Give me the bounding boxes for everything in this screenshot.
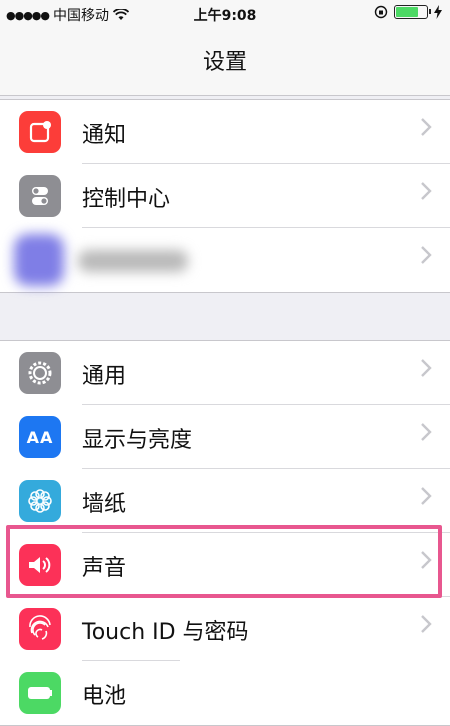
display-icon-text: AA [26,427,54,447]
wallpaper-icon [19,480,61,522]
settings-row-wallpaper[interactable]: 墙纸 [0,469,450,533]
settings-row-control-center[interactable]: 控制中心 [0,164,450,228]
settings-row-label: 电池 [82,684,127,709]
chevron-right-icon [421,182,432,200]
status-right [374,5,442,19]
settings-row-label: 显示与亮度 [82,428,193,453]
chevron-right-icon [421,423,432,441]
settings-row-label: 墙纸 [82,492,127,517]
battery-fill [396,7,419,17]
battery-icon [19,672,61,714]
settings-row-label: 控制中心 [82,187,171,212]
settings-row-blurred[interactable] [0,228,450,292]
display-icon: AA [19,416,61,458]
settings-row-label: 通用 [82,364,127,389]
highlight-box [6,525,442,598]
fingerprint-icon [19,608,61,650]
chevron-right-icon [421,359,432,377]
page-title: 设置 [202,50,247,75]
blurred-icon [14,234,64,286]
rotation-lock-icon [374,5,388,19]
gear-icon [19,352,61,394]
blurred-label [78,250,188,272]
bolt-icon [434,5,442,19]
chevron-right-icon [421,118,432,136]
control-center-icon [19,175,61,217]
navigation-bar: 设置 [0,28,450,96]
settings-row-general[interactable]: 通用 [0,341,450,405]
status-bar: ●●●●● 中国移动 上午9:08 [0,0,450,28]
settings-row-notifications[interactable]: 通知 [0,100,450,164]
battery-indicator [394,5,431,19]
chevron-right-icon [421,487,432,505]
chevron-right-icon [421,246,432,264]
notifications-icon [19,111,61,153]
settings-group-1: 通知 控制中心 [0,99,450,293]
settings-row-display-brightness[interactable]: AA 显示与亮度 [0,405,450,469]
settings-row-label: Touch ID 与密码 [82,620,249,645]
watermark-area [180,650,450,722]
settings-row-label: 通知 [82,123,127,148]
chevron-right-icon [421,615,432,633]
